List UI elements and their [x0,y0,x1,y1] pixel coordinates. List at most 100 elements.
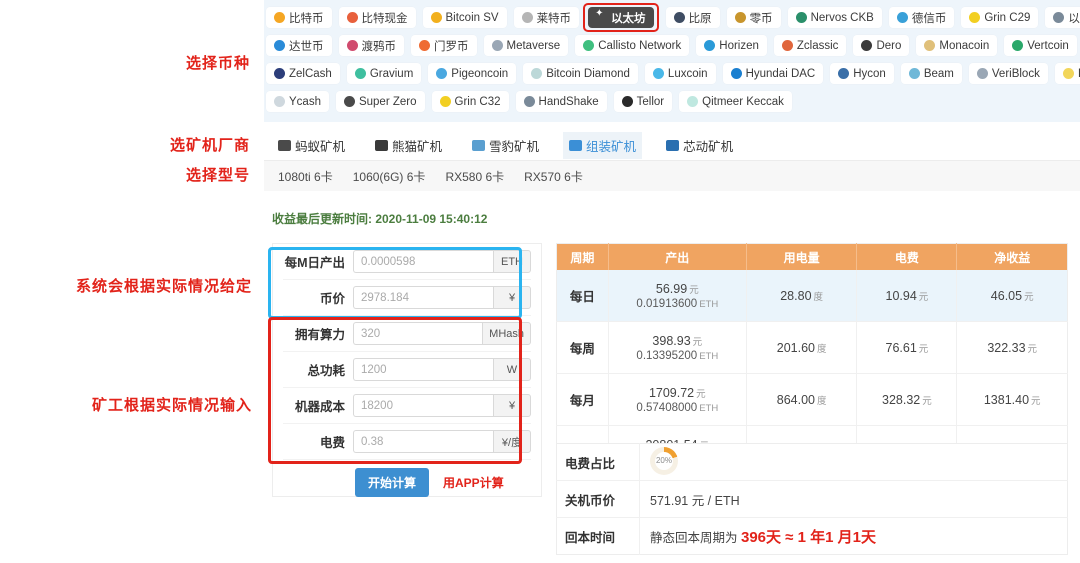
results-fee-value: 10.94 [886,289,917,303]
results-output: 1709.72元0.57408000ETH [608,374,746,426]
coin-chip-1[interactable]: 比特现金 [339,7,416,28]
form-input-5[interactable]: 0.38 [353,430,493,453]
coin-chip-3[interactable]: Bitcoin Diamond [523,63,638,84]
coin-icon [796,12,807,23]
coin-chip-8[interactable]: 德信币 [889,7,955,28]
form-input-0[interactable]: 0.0000598 [353,250,493,273]
manufacturer-tab-0[interactable]: 蚂蚁矿机 [272,132,351,159]
coin-chip-0[interactable]: Ycash [266,91,329,112]
coin-chip-9[interactable]: Grin C29 [961,7,1038,28]
results-output-coin: 0.57408000 [636,402,697,414]
results-fee-value: 76.61 [886,341,917,355]
manufacturer-icon [472,140,485,151]
results-output-coin-unit: ETH [699,351,718,362]
coin-chip-1[interactable]: Super Zero [336,91,425,112]
coin-chip-9[interactable]: ImageCoin [1055,63,1080,84]
coin-icon [440,96,451,107]
coin-chip-2[interactable]: Bitcoin SV [423,7,507,28]
manufacturer-tab-2[interactable]: 雪豹矿机 [466,132,545,159]
results-table-header-row: 周期产出用电量电费净收益 [557,244,1068,271]
coin-chip-3[interactable]: HandShake [516,91,607,112]
calculate-with-app-link[interactable]: 用APP计算 [443,474,504,491]
form-input-1[interactable]: 2978.184 [353,286,493,309]
coin-chip-7[interactable]: Beam [901,63,962,84]
coin-chip-0[interactable]: ZelCash [266,63,340,84]
coin-chip-5[interactable]: Horizen [696,35,767,56]
coin-icon [431,12,442,23]
coin-icon [687,96,698,107]
coin-chip-5[interactable]: 比原 [666,7,720,28]
results-header-2: 用电量 [746,244,857,271]
coin-chip-4[interactable]: 以太坊 [588,7,654,28]
form-button-row: 开始计算用APP计算 [355,468,541,497]
coin-chip-4[interactable]: Callisto Network [575,35,689,56]
coin-label: Dero [876,40,901,52]
form-input-4[interactable]: 18200 [353,394,493,417]
manufacturer-label: 熊猫矿机 [392,136,442,155]
page-root: 选择币种 选矿机厂商 选择型号 系统会根据实际情况给定 矿工根据实际情况输入 比… [0,0,1080,563]
form-unit-0: ETH [493,250,531,273]
manufacturer-tab-3[interactable]: 组装矿机 [563,132,642,159]
coin-icon [838,68,849,79]
results-net-value: 46.05 [991,289,1022,303]
coin-label: Nervos CKB [811,12,874,24]
results-power-unit: 度 [814,292,824,303]
coin-chip-4[interactable]: Luxcoin [645,63,716,84]
coin-label: 比原 [689,10,712,26]
results-net: 1381.40元 [957,374,1068,426]
coin-chip-2[interactable]: Grin C32 [432,91,509,112]
coin-chip-1[interactable]: 渡鸦币 [339,35,405,56]
coin-chip-0[interactable]: 比特币 [266,7,332,28]
coin-icon [622,96,633,107]
coin-chip-10[interactable]: 以太经典 [1045,7,1080,28]
model-tab-1[interactable]: 1060(6G) 6卡 [353,168,426,185]
coin-chip-7[interactable]: Dero [853,35,909,56]
results-period: 每月 [557,374,609,426]
annotation-select-coin: 选择币种 [0,52,250,73]
coin-chip-5[interactable]: Hyundai DAC [723,63,824,84]
coin-icon [347,12,358,23]
form-input-2[interactable]: 320 [353,322,482,345]
coin-chip-7[interactable]: Nervos CKB [788,7,882,28]
results-power-value: 864.00 [777,393,815,407]
coin-chip-8[interactable]: Monacoin [916,35,997,56]
coin-chip-4[interactable]: Tellor [614,91,672,112]
coin-chip-3[interactable]: 莱特币 [514,7,580,28]
results-net-value: 322.33 [987,341,1025,355]
coin-chip-6[interactable]: Zclassic [774,35,847,56]
coin-row: 比特币 比特现金 Bitcoin SV 莱特币以太坊 比原零币 Nervos CKB 德信币… [266,4,1080,31]
start-calculation-button[interactable]: 开始计算 [355,468,429,497]
results-output-coin-wrap: 0.13395200ETH [613,350,742,362]
coin-chip-6[interactable]: 零币 [727,7,781,28]
model-tab-2[interactable]: RX580 6卡 [445,168,504,185]
form-row-4: 机器成本18200¥ [283,388,531,424]
coin-chip-8[interactable]: VeriBlock [969,63,1048,84]
coin-chip-2[interactable]: Pigeoncoin [428,63,516,84]
coin-icon [1063,68,1074,79]
results-output-cny-unit: 元 [689,285,699,296]
form-unit-2: MHash [482,322,531,345]
coin-chip-1[interactable]: Gravium [347,63,421,84]
coin-chip-6[interactable]: Hycon [830,63,894,84]
coin-label: Bitcoin SV [446,12,499,24]
coin-chip-9[interactable]: Vertcoin [1004,35,1077,56]
form-input-3[interactable]: 1200 [353,358,493,381]
model-tab-3[interactable]: RX570 6卡 [524,168,583,185]
manufacturer-tab-4[interactable]: 芯动矿机 [660,132,739,159]
coin-label: 比特现金 [362,10,408,26]
form-label-1: 币价 [283,288,353,307]
annotation-select-model: 选择型号 [0,164,250,185]
coin-chip-5[interactable]: Qitmeer Keccak [679,91,792,112]
manufacturer-tab-1[interactable]: 熊猫矿机 [369,132,448,159]
coin-icon [436,68,447,79]
form-row-5: 电费0.38¥/度 [283,424,531,460]
results-fee-unit: 元 [919,344,929,355]
coin-chip-2[interactable]: 门罗币 [411,35,477,56]
coin-chip-0[interactable]: 达世币 [266,35,332,56]
form-label-0: 每M日产出 [283,252,353,271]
coin-chip-3[interactable]: Metaverse [484,35,569,56]
results-period: 每周 [557,322,609,374]
model-tab-0[interactable]: 1080ti 6卡 [278,168,333,185]
manufacturer-icon [278,140,291,151]
form-row-3: 总功耗1200W [283,352,531,388]
